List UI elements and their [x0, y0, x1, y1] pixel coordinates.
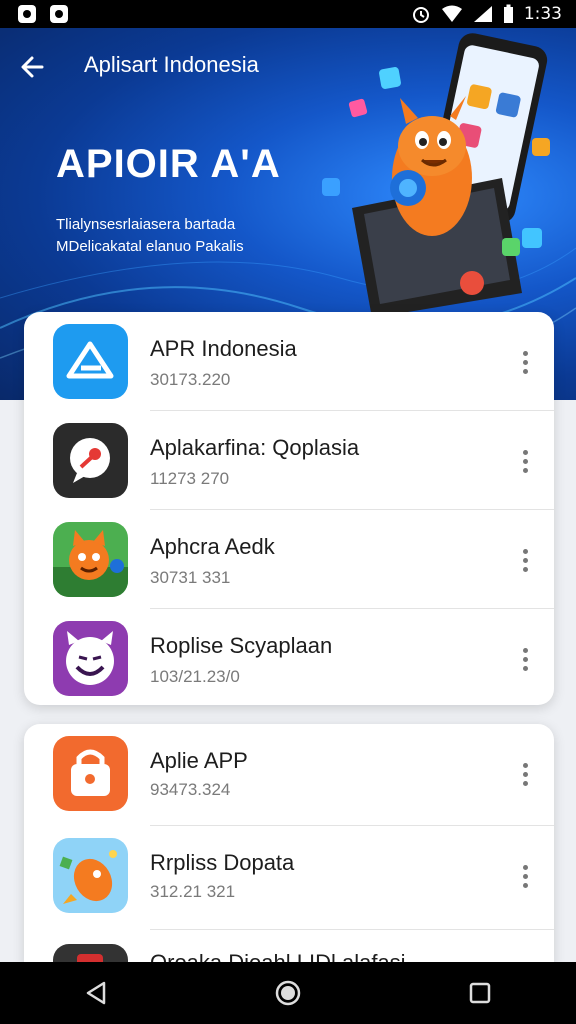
app-meta: 11273 270 — [150, 469, 230, 488]
app-meta: 312.21 321 — [150, 882, 236, 901]
banner-subtitle-line: MDelicakatal elanuo Pakalis — [56, 238, 244, 255]
notification-icon — [50, 5, 68, 23]
more-options-button[interactable] — [514, 441, 536, 481]
more-options-button[interactable] — [514, 856, 536, 896]
back-button[interactable] — [18, 52, 50, 84]
battery-icon — [503, 4, 513, 23]
alarm-icon — [412, 7, 429, 23]
map-pin-bubble-icon — [53, 423, 128, 498]
square-recents-icon — [469, 982, 491, 1004]
banner-heading: APIOIR A'A — [56, 142, 281, 186]
app-a-logo-icon — [53, 324, 128, 399]
list-item[interactable]: Oroaka Dioahl LIDl.alafasi — [24, 930, 554, 964]
cartoon-cat-icon — [53, 522, 128, 597]
grinning-face-icon — [53, 621, 128, 696]
triangle-back-icon — [86, 981, 106, 1005]
more-options-button[interactable] — [514, 754, 536, 794]
page-title: Aplisart Indonesia — [84, 52, 259, 77]
signal-icon — [473, 6, 492, 22]
clock: 1:33 — [523, 4, 562, 24]
more-options-button[interactable] — [514, 639, 536, 679]
banner-subtitle-line: Tlialynsesrlaiasera bartada — [56, 216, 236, 233]
nav-back-button[interactable] — [76, 973, 116, 1013]
circle-home-icon — [275, 980, 301, 1006]
arrow-left-icon — [21, 56, 44, 78]
app-name: Rrpliss Dopata — [150, 850, 295, 875]
more-options-button[interactable] — [514, 342, 536, 382]
app-meta: 93473.324 — [150, 780, 231, 799]
app-meta: 30173.220 — [150, 370, 231, 389]
app-name: Aphcra Aedk — [150, 534, 275, 559]
app-list-card: APR Indonesia 30173.220 Aplakarfina: Qop… — [24, 312, 554, 705]
notification-icon — [18, 5, 36, 23]
list-item[interactable]: Aphcra Aedk 30731 331 — [24, 510, 554, 609]
app-list-card: Aplie APP 93473.324 Rrpliss Dopata 312.2… — [24, 724, 554, 964]
list-item[interactable]: Rrpliss Dopata 312.21 321 — [24, 826, 554, 930]
app-name: Aplakarfina: Qoplasia — [150, 435, 360, 460]
app-meta: 30731 331 — [150, 568, 231, 587]
lock-bag-icon — [53, 736, 128, 811]
app-name: APR Indonesia — [150, 336, 297, 361]
system-nav-bar — [0, 962, 576, 1024]
app-meta: 103/21.23/0 — [150, 667, 240, 686]
app-name: Roplise Scyaplaan — [150, 633, 333, 658]
app-name: Aplie APP — [150, 748, 248, 773]
rocket-mascot-icon — [53, 838, 128, 913]
list-item[interactable]: Aplie APP 93473.324 — [24, 724, 554, 826]
nav-home-button[interactable] — [268, 973, 308, 1013]
nav-recents-button[interactable] — [460, 973, 500, 1013]
more-options-button[interactable] — [514, 540, 536, 580]
list-item[interactable]: APR Indonesia 30173.220 — [24, 312, 554, 411]
wifi-icon — [441, 5, 462, 22]
status-bar: 1:33 — [0, 0, 576, 28]
phone-mascot-illustration — [322, 33, 550, 318]
banner-subtitle: Tlialynsesrlaiasera bartada MDelicakatal… — [56, 214, 244, 258]
list-item[interactable]: Roplise Scyaplaan 103/21.23/0 — [24, 609, 554, 705]
partial-app-icon — [53, 944, 128, 964]
list-item[interactable]: Aplakarfina: Qoplasia 11273 270 — [24, 411, 554, 510]
